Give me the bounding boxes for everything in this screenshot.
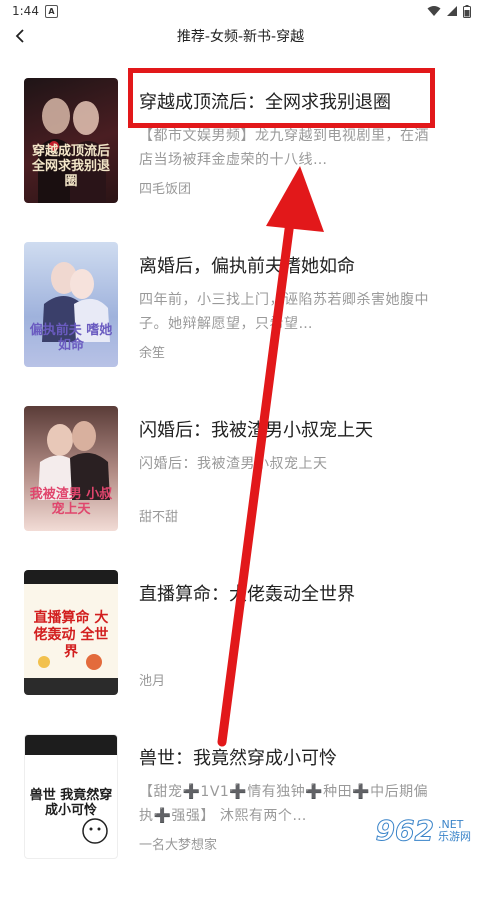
book-cover[interactable]: 兽世 我竟然穿 成小可怜 [24,734,118,859]
app-header: 推荐-女频-新书-穿越 [0,22,481,50]
status-left: 1:44 A [12,4,58,18]
book-author: 余笙 [139,346,166,361]
cover-title: 我被渣男 小叔宠上天 [29,487,113,517]
book-item-3[interactable]: 我被渣男 小叔宠上天 闪婚后：我被渣男小叔宠上天 闪婚后：我被渣男小叔宠上天 甜… [0,406,481,570]
watermark-domain: .NET [438,817,464,831]
book-author: 甜不甜 [139,510,179,525]
battery-icon [463,4,471,18]
book-description: 【都市文娱男频】龙九穿越到电视剧里，在酒店当场被拜金虚荣的十八线… [139,128,429,168]
wifi-icon [427,6,441,16]
book-title[interactable]: 直播算命：大佬轰动全世界 [139,582,439,608]
book-cover[interactable]: 直播算命 大佬轰动 全世界 [24,570,118,695]
cover-title: 兽世 我竟然穿 成小可怜 [29,788,113,818]
book-title[interactable]: 闪婚后：我被渣男小叔宠上天 [139,418,439,444]
status-time: 1:44 [12,4,39,18]
chevron-left-icon [15,29,24,43]
site-watermark: 962 .NET 乐游网 [375,814,471,848]
book-info: 闪婚后：我被渣男小叔宠上天 闪婚后：我被渣男小叔宠上天 甜不甜 [139,406,439,525]
book-item-2[interactable]: 偏执前夫 嗜她如命 离婚后，偏执前夫嗜她如命 四年前，小三找上门，诬陷苏若卿杀害… [0,242,481,406]
book-cover[interactable]: 偏执前夫 嗜她如命 [24,242,118,367]
book-description [139,616,439,664]
book-item-4[interactable]: 直播算命 大佬轰动 全世界 直播算命：大佬轰动全世界 池月 [0,570,481,734]
book-author: 四毛饭团 [139,182,192,197]
notification-icon: A [44,4,58,18]
book-info: 直播算命：大佬轰动全世界 池月 [139,570,439,689]
signal-icon [447,6,457,16]
book-title[interactable]: 离婚后，偏执前夫嗜她如命 [139,254,439,280]
book-description: 闪婚后：我被渣男小叔宠上天 [139,456,328,472]
book-cover[interactable]: 穿越成顶流后 全网求我别退圈 [24,78,118,203]
status-right [427,4,471,18]
page-title: 推荐-女频-新书-穿越 [176,29,305,45]
book-list: 穿越成顶流后 全网求我别退圈 穿越成顶流后：全网求我别退圈 【都市文娱男频】龙九… [0,78,481,898]
cover-title: 偏执前夫 嗜她如命 [29,323,113,353]
cover-title: 穿越成顶流后 全网求我别退圈 [31,144,110,189]
highlight-rectangle [128,68,435,128]
book-author: 池月 [139,674,166,689]
book-description: 四年前，小三找上门，诬陷苏若卿杀害她腹中子。她辩解愿望，只希望… [139,292,429,332]
watermark-number: 962 [375,814,434,848]
book-title[interactable]: 兽世：我竟然穿成小可怜 [139,746,439,772]
cover-title: 直播算命 大佬轰动 全世界 [33,610,109,660]
status-bar: 1:44 A [0,0,481,22]
book-info: 离婚后，偏执前夫嗜她如命 四年前，小三找上门，诬陷苏若卿杀害她腹中子。她辩解愿望… [139,242,439,361]
book-cover[interactable]: 我被渣男 小叔宠上天 [24,406,118,531]
watermark-site: .NET 乐游网 [438,817,471,843]
back-button[interactable] [6,22,34,50]
watermark-name: 乐游网 [438,829,471,843]
